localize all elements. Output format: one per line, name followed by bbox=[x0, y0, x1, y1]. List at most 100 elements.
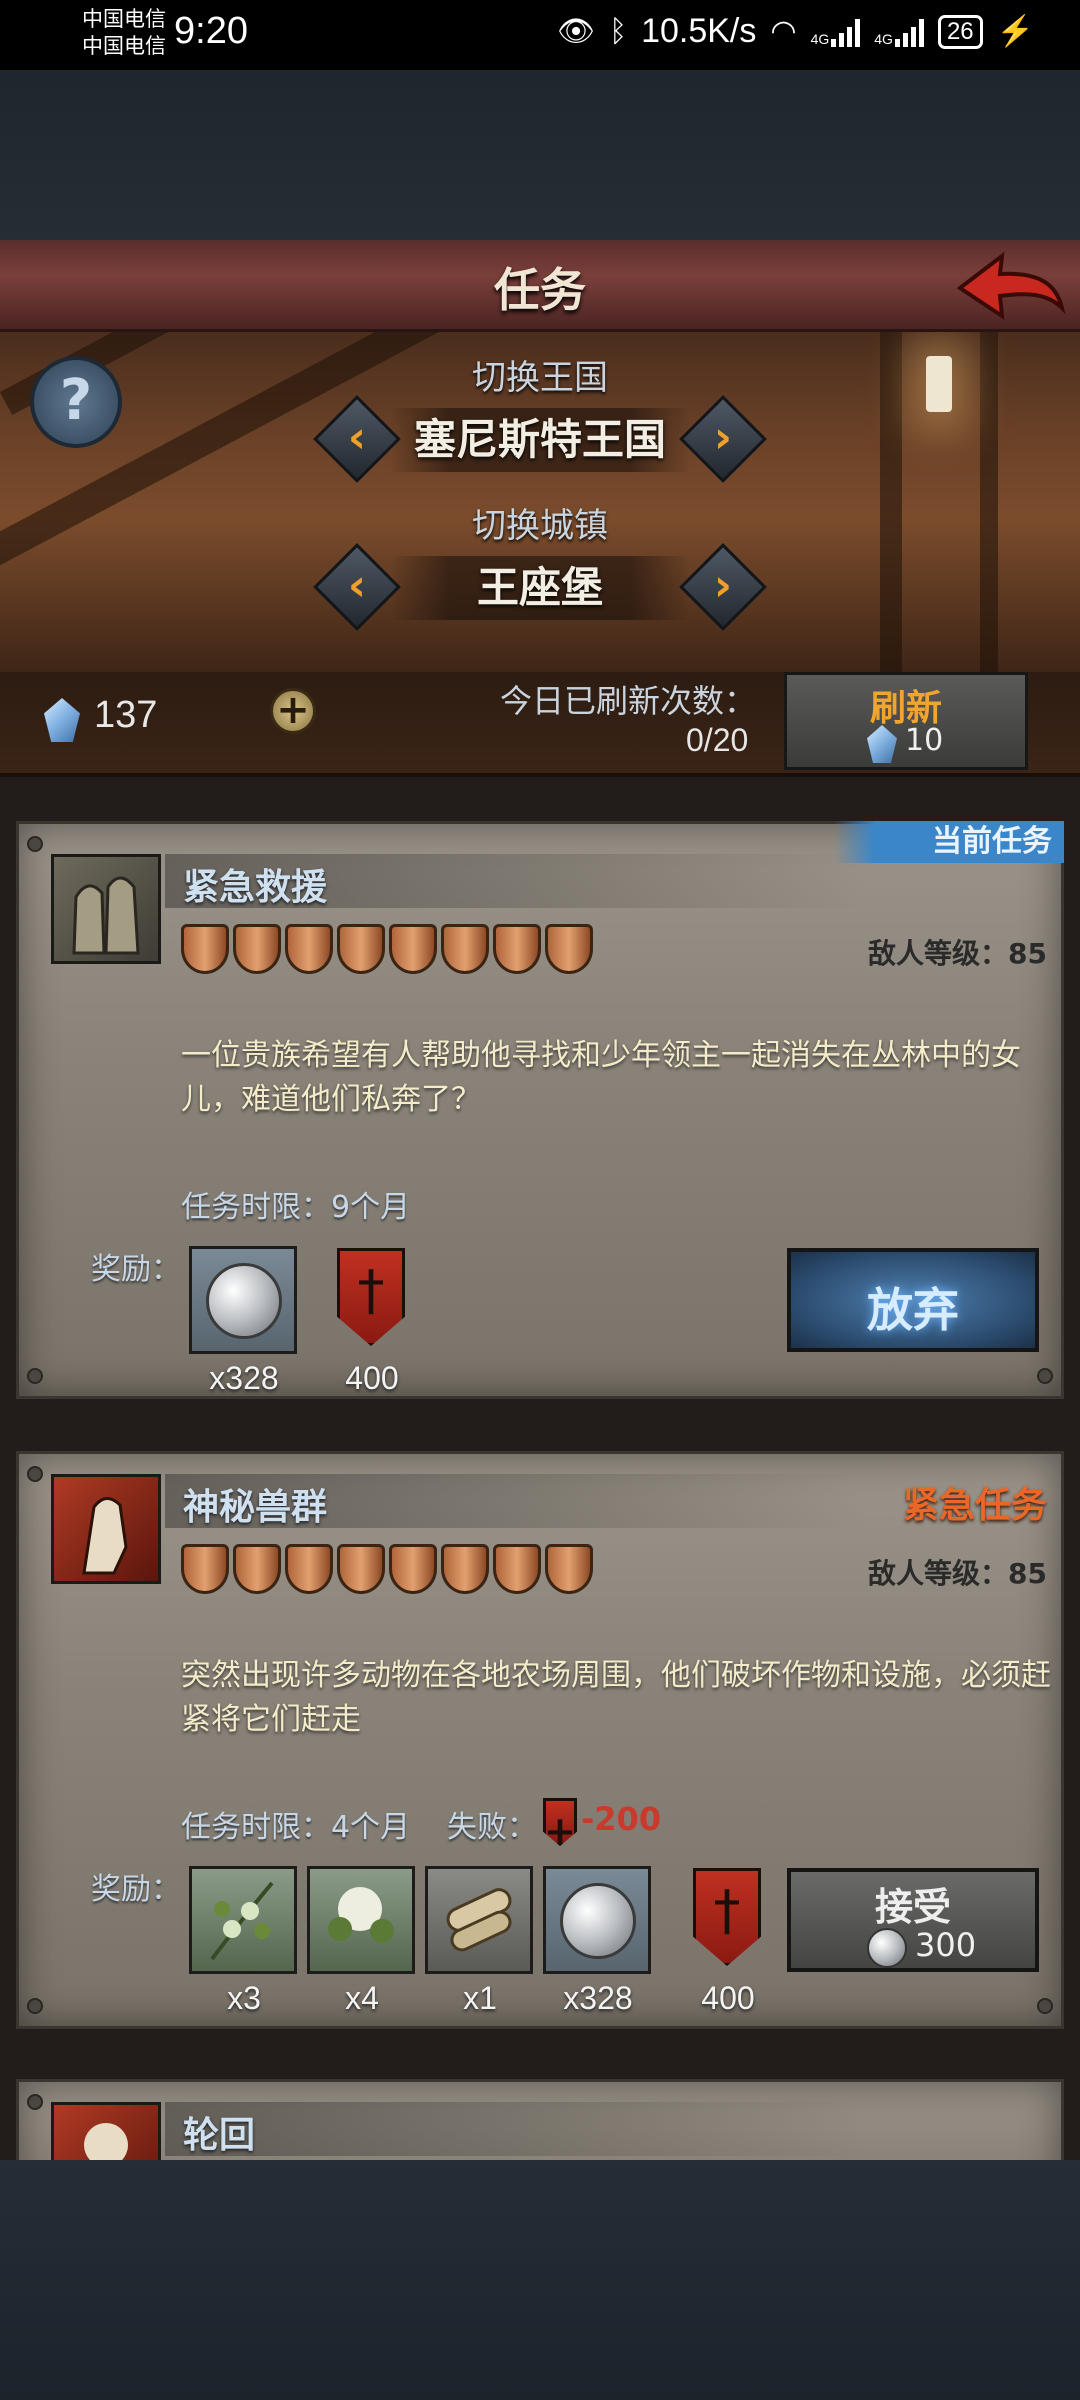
beast-herd-icon bbox=[82, 1497, 128, 1575]
page-title: 任务 bbox=[494, 263, 586, 317]
kingdom-label: 切换王国 bbox=[472, 358, 608, 398]
enemy-level: 敌人等级：85 bbox=[868, 937, 1047, 970]
net-type-2: 4G bbox=[874, 30, 893, 47]
difficulty-shields bbox=[181, 1544, 593, 1594]
reward-label: 奖励： bbox=[91, 1252, 181, 1287]
shield-icon bbox=[389, 924, 437, 974]
reward-slot bbox=[189, 1866, 297, 1974]
shield-icon bbox=[285, 1544, 333, 1594]
task-name: 紧急救援 bbox=[183, 867, 328, 908]
refresh-button[interactable]: 刷新 10 bbox=[784, 672, 1028, 770]
net-speed: 10.5K/s bbox=[641, 12, 757, 50]
task-list[interactable]: 当前任务 紧急救援 敌人等级：85 一位贵族希望有人帮助他寻找和少年领主一起消失… bbox=[0, 777, 1080, 2160]
wifi-icon: ◠ bbox=[770, 15, 797, 48]
reward-qty: x4 bbox=[345, 1980, 379, 2016]
white-flower-icon bbox=[328, 1887, 394, 1943]
top-backdrop bbox=[0, 70, 1080, 240]
reward-qty: x1 bbox=[463, 1980, 497, 2016]
shield-icon bbox=[545, 924, 593, 974]
carrier-2: 中国电信 bbox=[82, 34, 166, 58]
task-portrait bbox=[51, 2102, 161, 2160]
kingdom-value: 塞尼斯特王国 bbox=[390, 408, 690, 472]
crystal-count: 137 bbox=[94, 694, 158, 736]
refresh-count: 0/20 bbox=[686, 722, 749, 758]
shield-icon bbox=[233, 1544, 281, 1594]
task-card: 神秘兽群 紧急任务 敌人等级：85 突然出现许多动物在各地农场周围，他们破坏作物… bbox=[16, 1451, 1064, 2029]
reward-slot bbox=[425, 1866, 533, 1974]
task-name: 轮回 bbox=[183, 2115, 256, 2156]
chevron-left-icon: ‹ bbox=[347, 560, 367, 611]
task-card: 轮回 bbox=[16, 2079, 1064, 2160]
urgent-task-tag: 紧急任务 bbox=[902, 1485, 1047, 1526]
task-portrait bbox=[51, 1474, 161, 1584]
mistletoe-herb-icon bbox=[210, 1881, 274, 1961]
shield-icon bbox=[389, 1544, 437, 1594]
abandon-button[interactable]: 放弃 bbox=[787, 1248, 1039, 1352]
shield-icon bbox=[285, 924, 333, 974]
back-button[interactable] bbox=[956, 248, 1066, 324]
task-duration: 任务时限：4个月 bbox=[181, 1810, 411, 1845]
shield-icon bbox=[337, 924, 385, 974]
chevron-left-icon: ‹ bbox=[347, 412, 367, 463]
fail-label: 失败： bbox=[447, 1810, 537, 1845]
accept-button[interactable]: 接受 300 bbox=[787, 1868, 1039, 1972]
task-duration: 任务时限：9个月 bbox=[181, 1190, 411, 1225]
reward-label: 奖励： bbox=[91, 1872, 181, 1907]
net-type-1: 4G bbox=[810, 30, 830, 47]
shield-icon bbox=[441, 924, 489, 974]
shield-icon bbox=[545, 1544, 593, 1594]
bottom-backdrop bbox=[0, 2160, 1080, 2400]
reward-qty: x328 bbox=[209, 1360, 279, 1396]
status-icons: 👁 ᛒ 10.5K/s ◠ 4G 4G 26 ⚡ bbox=[557, 12, 1034, 51]
town-label: 切换城镇 bbox=[472, 506, 608, 546]
knights-icon bbox=[72, 876, 140, 955]
shield-icon bbox=[181, 924, 229, 974]
clock: 9:20 bbox=[174, 10, 248, 52]
reward-slot bbox=[307, 1866, 415, 1974]
reward-qty: 400 bbox=[345, 1360, 399, 1396]
status-bar: 中国电信 中国电信 9:20 👁 ᛒ 10.5K/s ◠ 4G 4G 26 ⚡ bbox=[0, 0, 1080, 70]
shield-icon bbox=[337, 1544, 385, 1594]
red-banner-icon bbox=[693, 1868, 761, 1966]
accept-button-label: 接受 bbox=[874, 1885, 951, 1929]
carrier-labels: 中国电信 中国电信 bbox=[82, 6, 166, 60]
silver-coin-icon bbox=[560, 1883, 636, 1959]
reward-slot bbox=[189, 1246, 297, 1354]
accept-cost: 300 bbox=[915, 1926, 977, 1964]
shield-icon bbox=[441, 1544, 489, 1594]
town-value: 王座堡 bbox=[390, 556, 690, 620]
current-task-tag: 当前任务 bbox=[834, 821, 1064, 863]
reward-slot bbox=[543, 1866, 651, 1974]
task-portrait bbox=[51, 854, 161, 964]
silver-coin-icon bbox=[867, 1928, 907, 1968]
task-description: 一位贵族希望有人帮助他寻找和少年领主一起消失在丛林中的女儿，难道他们私奔了？ bbox=[181, 1038, 1021, 1117]
shield-icon bbox=[181, 1544, 229, 1594]
red-banner-icon bbox=[337, 1248, 405, 1346]
refresh-label: 今日已刷新次数： bbox=[500, 682, 757, 720]
fail-penalty: -200 bbox=[581, 1800, 662, 1838]
add-crystal-button[interactable]: + bbox=[270, 688, 316, 734]
shield-icon bbox=[493, 1544, 541, 1594]
shield-icon bbox=[233, 924, 281, 974]
enemy-level: 敌人等级：85 bbox=[868, 1557, 1047, 1590]
reward-qty: x328 bbox=[563, 1980, 633, 2016]
shield-icon bbox=[493, 924, 541, 974]
task-card: 当前任务 紧急救援 敌人等级：85 一位贵族希望有人帮助他寻找和少年领主一起消失… bbox=[16, 821, 1064, 1399]
eye-icon: 👁 bbox=[556, 15, 596, 48]
signal-2-icon: 4G bbox=[874, 17, 924, 47]
carrier-1: 中国电信 bbox=[82, 7, 166, 31]
scroll-icon bbox=[446, 1888, 512, 1952]
signal-1-icon: 4G bbox=[811, 17, 861, 47]
difficulty-shields bbox=[181, 924, 593, 974]
refresh-cost: 10 bbox=[905, 723, 944, 758]
chevron-right-icon: › bbox=[713, 560, 733, 611]
skull-icon bbox=[84, 2123, 128, 2160]
chevron-right-icon: › bbox=[713, 412, 733, 463]
red-banner-icon bbox=[543, 1798, 577, 1846]
reward-qty: 400 bbox=[701, 1980, 755, 2016]
crystal-icon bbox=[44, 698, 80, 742]
back-arrow-icon bbox=[956, 251, 1066, 321]
silver-coin-icon bbox=[206, 1263, 282, 1339]
task-name: 神秘兽群 bbox=[183, 1487, 328, 1528]
title-bar: 任务 bbox=[0, 240, 1080, 332]
